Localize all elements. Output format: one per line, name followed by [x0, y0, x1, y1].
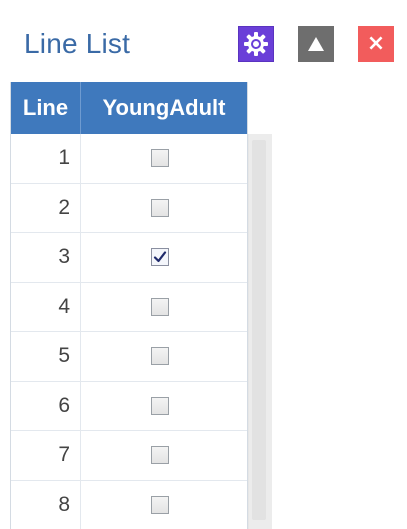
line-number-cell: 2 [11, 183, 81, 232]
line-number-cell: 6 [11, 381, 81, 430]
table-row[interactable]: 8 [11, 480, 247, 529]
close-icon: × [366, 31, 386, 56]
collapse-button[interactable] [298, 26, 334, 62]
line-number-cell: 5 [11, 332, 81, 381]
youngadult-cell [81, 184, 247, 233]
table-row[interactable]: 3 [11, 233, 247, 283]
close-button[interactable]: × [358, 26, 394, 62]
youngadult-cell [81, 233, 247, 282]
youngadult-checkbox[interactable] [151, 495, 169, 514]
youngadult-cell [81, 332, 247, 381]
grid-rows: 12345678 [11, 134, 247, 529]
youngadult-cell [81, 382, 247, 431]
youngadult-checkbox[interactable] [151, 446, 169, 465]
gear-icon [244, 32, 268, 56]
table-row[interactable]: 2 [11, 183, 247, 233]
line-number-cell: 7 [11, 431, 81, 480]
line-number-cell: 4 [11, 282, 81, 331]
youngadult-cell [81, 283, 247, 332]
table-row[interactable]: 7 [11, 431, 247, 481]
youngadult-checkbox[interactable] [151, 149, 169, 168]
table-row[interactable]: 1 [11, 134, 247, 184]
grid-header: Line YoungAdult [11, 82, 247, 134]
line-list-grid: Line YoungAdult 12345678 [10, 82, 248, 529]
vertical-scrollbar[interactable] [248, 134, 272, 529]
table-row[interactable]: 4 [11, 282, 247, 332]
table-row[interactable]: 6 [11, 381, 247, 431]
panel-title: Line List [24, 28, 131, 59]
youngadult-cell [81, 134, 247, 183]
youngadult-checkbox[interactable] [151, 396, 169, 415]
youngadult-checkbox[interactable] [151, 198, 169, 217]
line-list-panel: Line List × Line YoungAdult 1 2 3 4 5 6 … [0, 0, 407, 529]
youngadult-cell [81, 481, 247, 529]
youngadult-checkbox[interactable] [151, 347, 169, 366]
settings-button[interactable] [238, 26, 274, 62]
line-number-cell: 8 [11, 480, 81, 529]
youngadult-cell [81, 431, 247, 480]
table-row[interactable]: 5 [11, 332, 247, 382]
checkmark-icon [153, 251, 167, 263]
scrollbar-thumb[interactable] [252, 140, 266, 520]
column-header-youngadult[interactable]: YoungAdult [81, 82, 247, 134]
line-number-cell: 3 [11, 233, 81, 282]
line-number-cell: 1 [11, 134, 81, 183]
youngadult-checkbox[interactable] [151, 297, 169, 316]
youngadult-checkbox[interactable] [151, 248, 169, 267]
triangle-up-icon [308, 37, 324, 51]
column-header-line[interactable]: Line [11, 82, 81, 134]
